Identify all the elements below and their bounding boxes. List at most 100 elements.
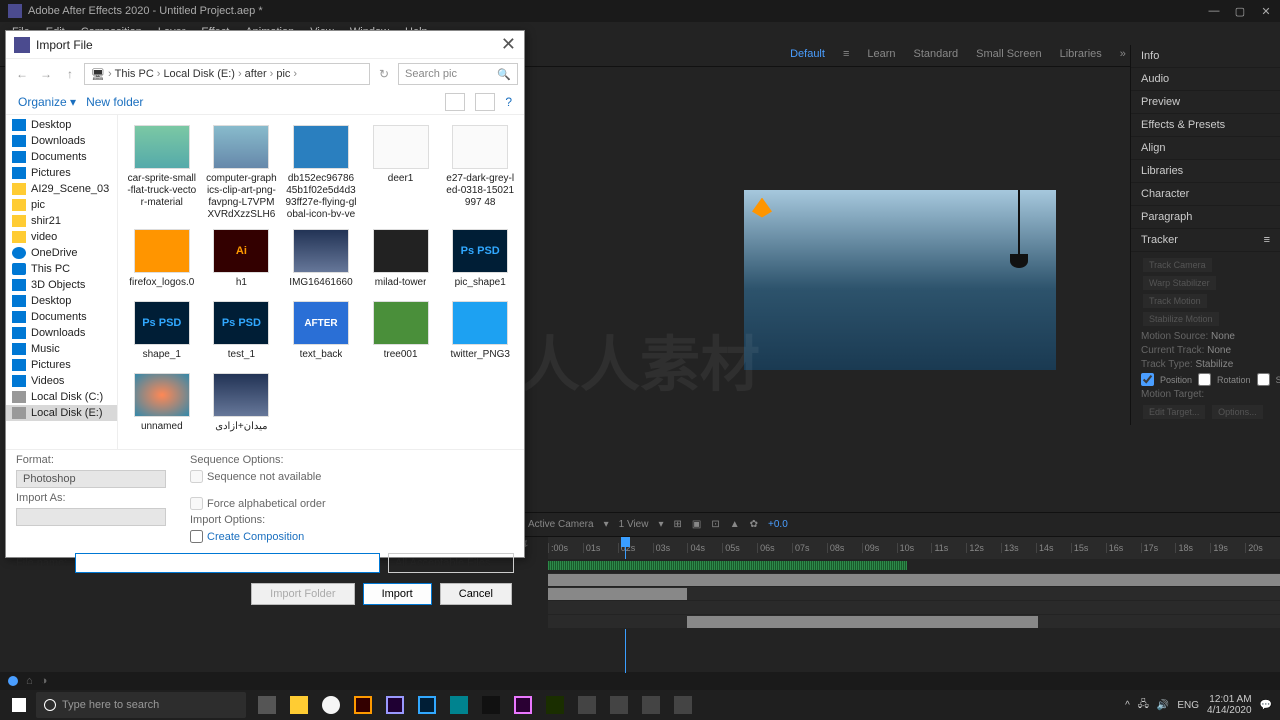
sidebar-item[interactable]: Documents [6, 309, 117, 325]
taskbar-search[interactable]: Type here to search [36, 692, 246, 718]
clock[interactable]: 12:01 AM 4/14/2020 [1207, 694, 1252, 716]
sidebar-item[interactable]: Pictures [6, 165, 117, 181]
new-folder-button[interactable]: New folder [86, 95, 143, 109]
file-item[interactable]: IMG16461660 [283, 225, 359, 293]
file-item[interactable]: car-sprite-small-flat-truck-vector-mater… [124, 121, 200, 221]
chevron-down-icon[interactable]: ▾ [658, 519, 663, 530]
viewer-mask-icon[interactable]: ▣ [692, 519, 701, 530]
options-button[interactable]: Options... [1212, 405, 1263, 419]
workspace-libraries[interactable]: Libraries [1060, 48, 1102, 60]
taskbar-app[interactable] [476, 691, 506, 719]
rotation-checkbox[interactable] [1198, 373, 1211, 386]
nav-forward-icon[interactable]: → [36, 67, 56, 81]
layer-track[interactable] [548, 615, 1280, 629]
sidebar-item[interactable]: Downloads [6, 325, 117, 341]
create-composition-checkbox[interactable] [190, 530, 203, 543]
file-grid[interactable]: car-sprite-small-flat-truck-vector-mater… [118, 115, 524, 449]
taskbar-app2[interactable] [572, 691, 602, 719]
workspace-overflow-icon[interactable]: » [1120, 48, 1126, 60]
help-icon[interactable]: ? [505, 95, 512, 109]
minimize-button[interactable]: — [1208, 5, 1220, 18]
camera-dropdown[interactable]: Active Camera [528, 519, 594, 530]
layer-track[interactable] [548, 587, 1280, 601]
workspace-standard[interactable]: Standard [914, 48, 959, 60]
view-mode-button[interactable] [445, 93, 465, 111]
sidebar-item[interactable]: AI29_Scene_03 [6, 181, 117, 197]
position-checkbox[interactable] [1141, 373, 1154, 386]
tray-chevron-icon[interactable]: ^ [1125, 700, 1130, 711]
file-item[interactable]: db152ec9678645b1f02e5d4d393ff27e-flying-… [283, 121, 359, 221]
cancel-button[interactable]: Cancel [440, 583, 512, 605]
file-item[interactable]: deer1 [363, 121, 439, 221]
sidebar-item[interactable]: video [6, 229, 117, 245]
taskbar-explorer[interactable] [284, 691, 314, 719]
view-count[interactable]: 1 View [619, 519, 649, 530]
dialog-search[interactable]: Search pic 🔍 [398, 63, 518, 85]
workspace-small-screen[interactable]: Small Screen [976, 48, 1041, 60]
panel-effects-presets[interactable]: Effects & Presets [1131, 114, 1280, 137]
sidebar-item[interactable]: Videos [6, 373, 117, 389]
tray-network-icon[interactable]: 🖧 [1138, 697, 1149, 714]
workspace-learn[interactable]: Learn [867, 48, 895, 60]
sidebar-item[interactable]: Downloads [6, 133, 117, 149]
workspace-menu-icon[interactable]: ≡ [843, 48, 849, 60]
file-item[interactable]: Aih1 [204, 225, 280, 293]
file-item[interactable]: twitter_PNG3 [442, 297, 518, 365]
viewer-camera-icon[interactable]: ▲ [730, 519, 740, 530]
track-camera-button[interactable]: Track Camera [1143, 258, 1212, 272]
panel-audio[interactable]: Audio [1131, 68, 1280, 91]
warp-stabilizer-button[interactable]: Warp Stabilizer [1143, 276, 1216, 290]
sidebar-item[interactable]: pic [6, 197, 117, 213]
taskbar-after-effects[interactable] [380, 691, 410, 719]
file-item[interactable]: Ps PSDtest_1 [204, 297, 280, 365]
taskbar-app3[interactable] [604, 691, 634, 719]
timeline-panel[interactable]: ↯ :00s 01s 02s 03s 04s 05s 06s 07s 08s 0… [520, 536, 1280, 672]
dialog-close-button[interactable]: ✕ [501, 34, 516, 55]
taskbar-premiere[interactable] [508, 691, 538, 719]
nav-up-icon[interactable]: ↑ [60, 67, 80, 81]
import-folder-button[interactable]: Import Folder [251, 583, 354, 605]
panel-menu-icon[interactable]: ≡ [1264, 234, 1270, 246]
viewer-exposure[interactable]: +0.0 [768, 519, 788, 530]
notifications-icon[interactable]: 💬 [1260, 700, 1272, 711]
layer-track[interactable] [548, 601, 1280, 615]
filetype-dropdown[interactable]: All Acceptable Files [388, 553, 514, 573]
close-button[interactable]: ✕ [1260, 5, 1272, 18]
import-button[interactable]: Import [363, 583, 432, 605]
breadcrumb[interactable]: 🖥 › This PC› Local Disk (E:)› after› pic… [84, 63, 370, 85]
viewer-snap-icon[interactable]: ⊡ [711, 519, 719, 530]
taskbar-3dsmax[interactable] [444, 691, 474, 719]
panel-libraries[interactable]: Libraries [1131, 160, 1280, 183]
file-item[interactable]: milad-tower [363, 225, 439, 293]
panel-tracker[interactable]: Tracker ≡ [1131, 229, 1280, 252]
sidebar-item[interactable]: This PC [6, 261, 117, 277]
file-item[interactable]: e27-dark-grey-led-0318-15021997 48 [442, 121, 518, 221]
file-item[interactable]: computer-graphics-clip-art-png-favpng-L7… [204, 121, 280, 221]
taskbar-app5[interactable] [668, 691, 698, 719]
taskbar-photoshop[interactable] [412, 691, 442, 719]
viewer-grid-icon[interactable]: ⊞ [673, 519, 681, 530]
audio-track[interactable] [548, 559, 1280, 573]
sidebar-item[interactable]: Pictures [6, 357, 117, 373]
file-item[interactable]: firefox_logos.0 [124, 225, 200, 293]
system-tray[interactable]: ^ 🖧 🔊 ENG 12:01 AM 4/14/2020 💬 [1125, 694, 1276, 716]
file-item[interactable]: Ps PSDpic_shape1 [442, 225, 518, 293]
organize-dropdown[interactable]: Organize ▾ [18, 95, 76, 109]
refresh-icon[interactable]: ↻ [374, 67, 394, 81]
start-button[interactable] [4, 690, 34, 720]
chevron-down-icon[interactable]: ▾ [604, 519, 609, 530]
panel-preview[interactable]: Preview [1131, 91, 1280, 114]
edit-target-button[interactable]: Edit Target... [1143, 405, 1205, 419]
stabilize-motion-button[interactable]: Stabilize Motion [1143, 312, 1219, 326]
sidebar-item[interactable]: Local Disk (C:) [6, 389, 117, 405]
tray-lang-icon[interactable]: ENG [1177, 700, 1199, 711]
maximize-button[interactable]: ▢ [1234, 5, 1246, 18]
track-motion-button[interactable]: Track Motion [1143, 294, 1207, 308]
panel-info[interactable]: Info [1131, 45, 1280, 68]
sidebar-item[interactable]: shir21 [6, 213, 117, 229]
file-item[interactable]: Ps PSDshape_1 [124, 297, 200, 365]
panel-align[interactable]: Align [1131, 137, 1280, 160]
nav-back-icon[interactable]: ← [12, 67, 32, 81]
dialog-sidebar[interactable]: DesktopDownloadsDocumentsPicturesAI29_Sc… [6, 115, 118, 449]
taskbar-illustrator[interactable] [348, 691, 378, 719]
